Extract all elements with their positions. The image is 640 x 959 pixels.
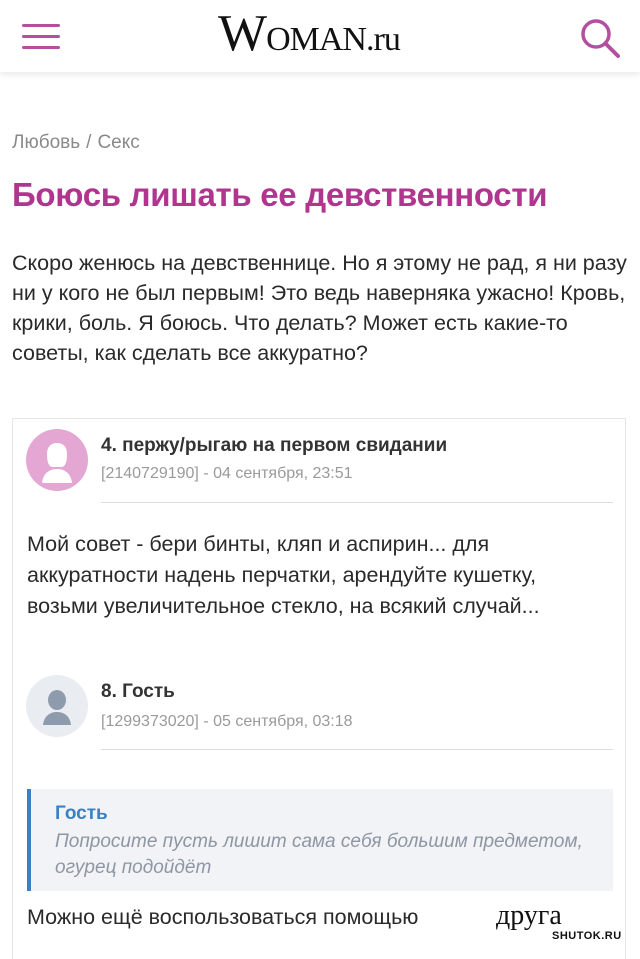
search-icon[interactable] [578,16,622,60]
top-bar: WOMAN.ru [0,0,640,72]
logo-word: OMAN [266,21,367,58]
comment-meta: [1299373020] - 05 сентября, 03:18 [101,713,353,730]
quote-author: Гость [55,803,108,824]
divider [101,749,613,750]
comments-card: 4. пержу/рыгаю на первом свидании [21407… [12,418,626,959]
comment-author[interactable]: 8. Гость [101,681,175,703]
page-title: Боюсь лишать ее девственности [12,176,548,213]
comment-meta: [2140729190] - 04 сентября, 23:51 [101,465,353,482]
breadcrumb-sex[interactable]: Секс [97,132,139,153]
female-avatar-icon[interactable] [26,429,88,491]
comment-author[interactable]: 4. пержу/рыгаю на первом свидании [101,435,447,457]
comment-text: Мой совет - бери бинты, кляп и аспирин..… [27,532,540,618]
logo-domain: .ru [366,21,401,58]
watermark-site: SHUTOK.RU [552,930,622,942]
site-logo[interactable]: WOMAN.ru [218,4,428,64]
quoted-reply: Гость Попросите пусть лишит сама себя бо… [27,789,613,891]
quote-text: Попросите пусть лишит сама себя большим … [55,831,583,878]
watermark-word: друга [496,900,562,931]
hamburger-menu-icon[interactable] [22,24,60,50]
male-avatar-icon[interactable] [26,675,88,737]
breadcrumb: Любовь / Секс [12,132,140,154]
divider [101,502,613,503]
breadcrumb-separator: / [86,132,92,153]
comment-text: Можно ещё воспользоваться помощью [27,905,419,929]
logo-first-letter: W [218,5,267,62]
question-text: Скоро женюсь на девственнице. Но я этому… [12,251,627,365]
breadcrumb-love[interactable]: Любовь [12,132,80,153]
